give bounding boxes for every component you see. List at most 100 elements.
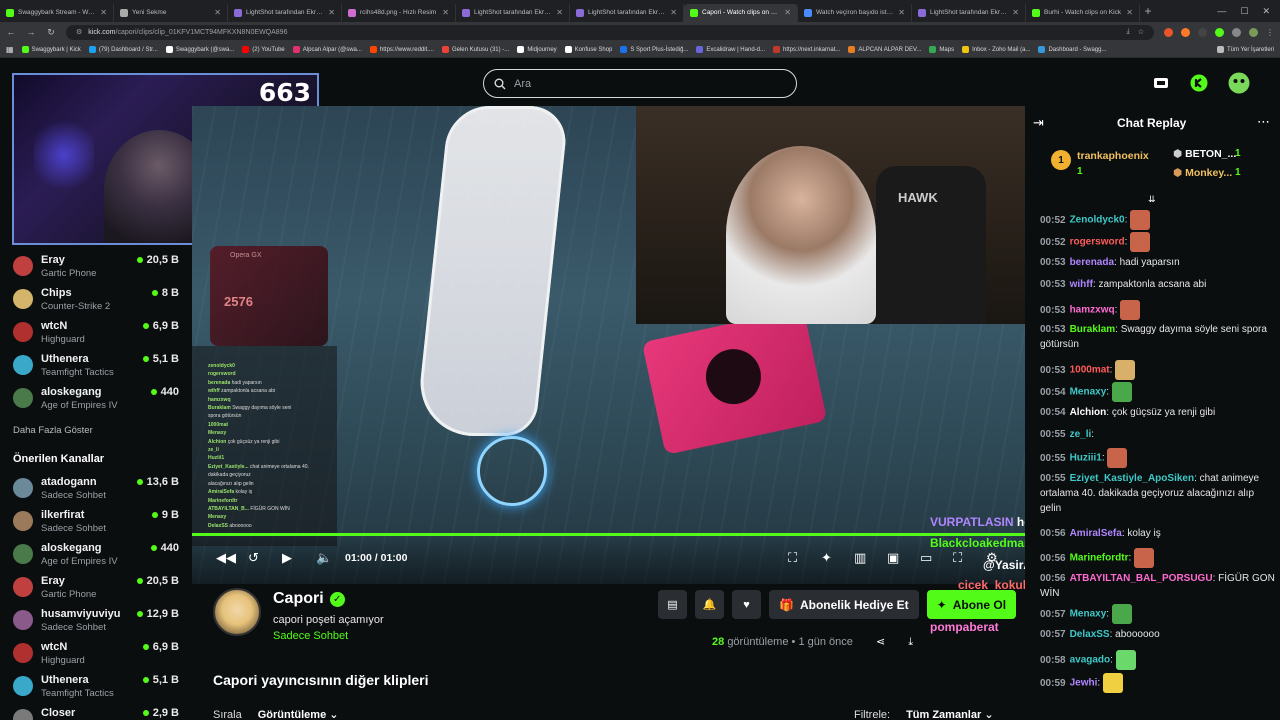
sidebar-channel[interactable]: Eray Gartic Phone 20,5 B [13,254,183,284]
video-player[interactable]: Opera GX 2576 HAWK zenoldyck0 rogersword… [192,106,1025,584]
bookmark-item[interactable]: Dashboard - Swagg... [1038,46,1106,53]
filter-value[interactable]: Tüm Zamanlar ⌄ [906,708,993,720]
sidebar-channel[interactable]: aloskegang Age of Empires IV 440 [13,542,183,572]
chat-username[interactable]: Eziyet_Kastiyle_ApoSiken [1070,473,1195,484]
bookmark-item[interactable]: Excalidraw | Hand-d... [696,46,765,53]
browser-tab[interactable]: Yeni Sekme ✕ [114,3,228,22]
sidebar-channel[interactable]: ilkerfirat Sadece Sohbet 9 B [13,509,183,539]
bookmark-item[interactable]: Swaggybark (@swa... [165,46,234,53]
chat-username[interactable]: avagado [1070,655,1111,666]
search-input[interactable]: Ara [514,78,531,90]
sort-value[interactable]: Görüntüleme ⌄ [258,708,339,720]
extension-icon[interactable] [1164,27,1173,37]
collapse-chat-icon[interactable]: ⇥ [1033,115,1044,131]
play-icon[interactable]: ▶ [282,550,292,566]
chat-username[interactable]: ze_li [1070,429,1092,440]
bookmark-item[interactable]: (2) YouTube [242,46,285,53]
close-tab-icon[interactable]: ✕ [898,8,905,17]
extension-icon[interactable] [1181,27,1190,37]
menu-icon[interactable]: ⋮ [1266,28,1274,37]
close-tab-icon[interactable]: ✕ [1012,8,1019,17]
profile-icon[interactable] [1249,27,1258,37]
back-icon[interactable]: ← [6,27,16,37]
chat-username[interactable]: Menaxy [1070,387,1107,398]
browser-tab[interactable]: LightShot tarafından Ekran Gö ✕ [912,3,1026,22]
bookmark-item[interactable]: Midjourney [517,46,557,53]
close-icon[interactable]: ✕ [1262,6,1270,17]
clip-list-button[interactable]: ▤ [658,590,687,619]
close-tab-icon[interactable]: ✕ [214,8,221,17]
bookmark-item[interactable]: (79) Dashboard / Str... [88,46,158,53]
chat-username[interactable]: Jewhi [1070,678,1098,689]
browser-tab[interactable]: LightShot tarafından Ekran Gö ✕ [228,3,342,22]
download-icon[interactable]: ⤓ [908,636,913,648]
chat-username[interactable]: ATBAYILTAN_BAL_PORSUGU [1070,573,1213,584]
chat-username[interactable]: berenada [1070,257,1114,268]
sidebar-channel[interactable]: Eray Gartic Phone 20,5 B [13,575,183,605]
avatar-icon[interactable] [1228,72,1250,94]
volume-icon[interactable]: 🔈 [316,550,332,566]
sidebar-channel[interactable]: atadogann Sadece Sohbet 13,6 B [13,476,183,506]
notify-button[interactable]: 🔔 [695,590,724,619]
all-bookmarks[interactable]: Tüm Yer İşaretleri [1216,46,1274,53]
bookmark-item[interactable]: https://next.inkarnat... [773,46,840,53]
chat-username[interactable]: Alchion [1070,407,1107,418]
replay-icon[interactable]: ↺ [248,550,259,566]
sidebar-channel[interactable]: Closer 2,9 B [13,707,183,720]
gift-sub-button[interactable]: 🎁 Abonelik Hediye Et [769,590,919,619]
rewind-icon[interactable]: ◀◀ [216,550,236,566]
install-icon[interactable]: ⤓ [1127,28,1130,36]
rewards-icon[interactable] [1152,74,1170,92]
chat-username[interactable]: Huziii1 [1070,453,1102,464]
chat-username[interactable]: DelaxSS [1070,629,1110,640]
close-tab-icon[interactable]: ✕ [556,8,563,17]
kick-logo-icon[interactable] [1190,74,1208,92]
sidebar-channel[interactable]: wtcN Highguard 6,9 B [13,641,183,671]
leader-name[interactable]: ⬢ BETON_... [1173,148,1236,160]
channel-avatar[interactable] [213,588,261,636]
search-bar[interactable]: Ara [483,69,797,98]
minimize-icon[interactable]: — [1217,6,1226,17]
url-field[interactable]: ⚙ kick.com/capori/clips/clip_01KFV1MCT94… [66,24,1154,40]
browser-tab[interactable]: Swaggybark Stream - Watch L ✕ [0,3,114,22]
chat-username[interactable]: rogersword [1070,237,1125,248]
browser-tab[interactable]: Burhi - Watch clips on Kick ✕ [1026,3,1140,22]
browser-tab[interactable]: LightShot tarafından Ekran Gö ✕ [456,3,570,22]
forward-icon[interactable]: → [26,27,36,37]
fullscreen-icon[interactable]: ⛶ [953,550,962,566]
chat-username[interactable]: Marinefordtr [1070,553,1129,564]
chat-username[interactable]: Buraklam [1070,324,1116,335]
filter-control[interactable]: Filtrele: Tüm Zamanlar ⌄ [854,708,994,720]
close-tab-icon[interactable]: ✕ [784,8,791,17]
show-more-link[interactable]: Daha Fazla Göster [13,425,93,436]
sidebar-channel[interactable]: aloskegang Age of Empires IV 440 [13,386,183,416]
browser-tab[interactable]: LightShot tarafından Ekran Gö ✕ [570,3,684,22]
sparkle-icon[interactable]: ✦ [821,550,832,566]
stats-icon[interactable]: ▥ [854,550,866,566]
close-tab-icon[interactable]: ✕ [328,8,335,17]
channel-category[interactable]: Sadece Sohbet [273,630,348,642]
extension-icon[interactable] [1198,27,1207,37]
bookmark-item[interactable]: Inbox - Zoho Mail (a... [962,46,1030,53]
bookmark-item[interactable]: Gelen Kutusu (31) -... [441,46,509,53]
close-tab-icon[interactable]: ✕ [442,8,449,17]
sidebar-channel[interactable]: husamviyuviyu Sadece Sohbet 12,9 B [13,608,183,638]
close-tab-icon[interactable]: ✕ [670,8,677,17]
chat-username[interactable]: 1000mat [1070,365,1110,376]
extension-icon[interactable] [1215,27,1224,37]
bookmark-item[interactable]: https://www.reddit.... [369,46,434,53]
apps-icon[interactable]: ▦ [6,45,14,54]
sidebar-channel[interactable]: Uthenera Teamfight Tactics 5,1 B [13,353,183,383]
sidebar-channel[interactable]: Chips Counter-Strike 2 8 B [13,287,183,317]
more-options-icon[interactable]: ⋯ [1257,114,1270,130]
leader-name[interactable]: ⬢ Monkey... [1173,167,1232,179]
share-icon[interactable]: ⋖ [876,636,885,648]
sidebar-channel[interactable]: Uthenera Teamfight Tactics 5,1 B [13,674,183,704]
bookmark-item[interactable]: ALPCAN ALPAR DEV... [848,46,921,53]
pip-icon[interactable]: ▣ [887,550,899,566]
channel-name[interactable]: Capori [273,590,324,608]
browser-tab[interactable]: rcihs48d.png - Hızlı Resim ✕ [342,3,456,22]
site-info-icon[interactable]: ⚙ [76,28,82,36]
browser-tab[interactable]: Watch veçiron başıdo istiyo | ✕ [798,3,912,22]
chat-username[interactable]: Zenoldyck0 [1070,215,1125,226]
